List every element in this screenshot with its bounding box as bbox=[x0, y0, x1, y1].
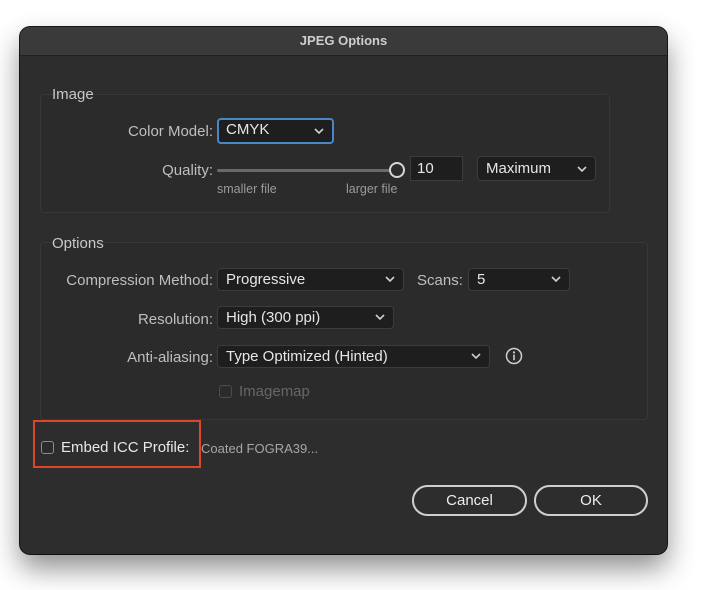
scans-label: Scans: bbox=[417, 272, 463, 289]
antialiasing-value: Type Optimized (Hinted) bbox=[226, 348, 388, 365]
chevron-down-icon bbox=[576, 163, 588, 175]
chevron-down-icon bbox=[550, 273, 562, 285]
color-model-label: Color Model: bbox=[127, 123, 213, 140]
quality-label: Quality: bbox=[162, 162, 213, 179]
info-icon[interactable] bbox=[505, 347, 523, 365]
color-model-value: CMYK bbox=[226, 121, 270, 138]
jpeg-options-dialog: JPEG Options Image Color Model: CMYK Qua… bbox=[20, 27, 667, 554]
imagemap-checkbox[interactable] bbox=[219, 385, 232, 398]
options-group-title: Options bbox=[52, 235, 104, 252]
highlight-box bbox=[33, 420, 201, 468]
slider-max-label: larger file bbox=[346, 182, 398, 196]
antialiasing-label: Anti-aliasing: bbox=[127, 349, 213, 366]
resolution-select[interactable]: High (300 ppi) bbox=[217, 306, 394, 329]
chevron-down-icon bbox=[374, 311, 386, 323]
image-group bbox=[40, 94, 610, 213]
compression-select[interactable]: Progressive bbox=[217, 268, 404, 291]
quality-preset-select[interactable]: Maximum bbox=[477, 156, 596, 181]
cancel-button[interactable]: Cancel bbox=[412, 485, 527, 516]
color-model-select[interactable]: CMYK bbox=[217, 118, 334, 144]
chevron-down-icon bbox=[470, 350, 482, 362]
resolution-value: High (300 ppi) bbox=[226, 309, 321, 326]
scans-value: 5 bbox=[477, 271, 486, 288]
quality-value-field[interactable]: 10 bbox=[410, 156, 463, 181]
dialog-title: JPEG Options bbox=[20, 27, 667, 56]
quality-slider-track[interactable] bbox=[217, 169, 392, 172]
quality-slider-thumb[interactable] bbox=[389, 162, 405, 178]
scans-select[interactable]: 5 bbox=[468, 268, 570, 291]
antialiasing-select[interactable]: Type Optimized (Hinted) bbox=[217, 345, 490, 368]
resolution-label: Resolution: bbox=[137, 311, 213, 328]
compression-label: Compression Method: bbox=[66, 272, 213, 289]
imagemap-label: Imagemap bbox=[239, 383, 310, 400]
ok-button[interactable]: OK bbox=[534, 485, 648, 516]
compression-value: Progressive bbox=[226, 271, 306, 288]
chevron-down-icon bbox=[384, 273, 396, 285]
icc-profile-name: Coated FOGRA39... bbox=[201, 441, 319, 456]
chevron-down-icon bbox=[313, 125, 325, 137]
image-group-title: Image bbox=[52, 86, 94, 103]
slider-min-label: smaller file bbox=[217, 182, 277, 196]
quality-preset-value: Maximum bbox=[486, 160, 552, 177]
